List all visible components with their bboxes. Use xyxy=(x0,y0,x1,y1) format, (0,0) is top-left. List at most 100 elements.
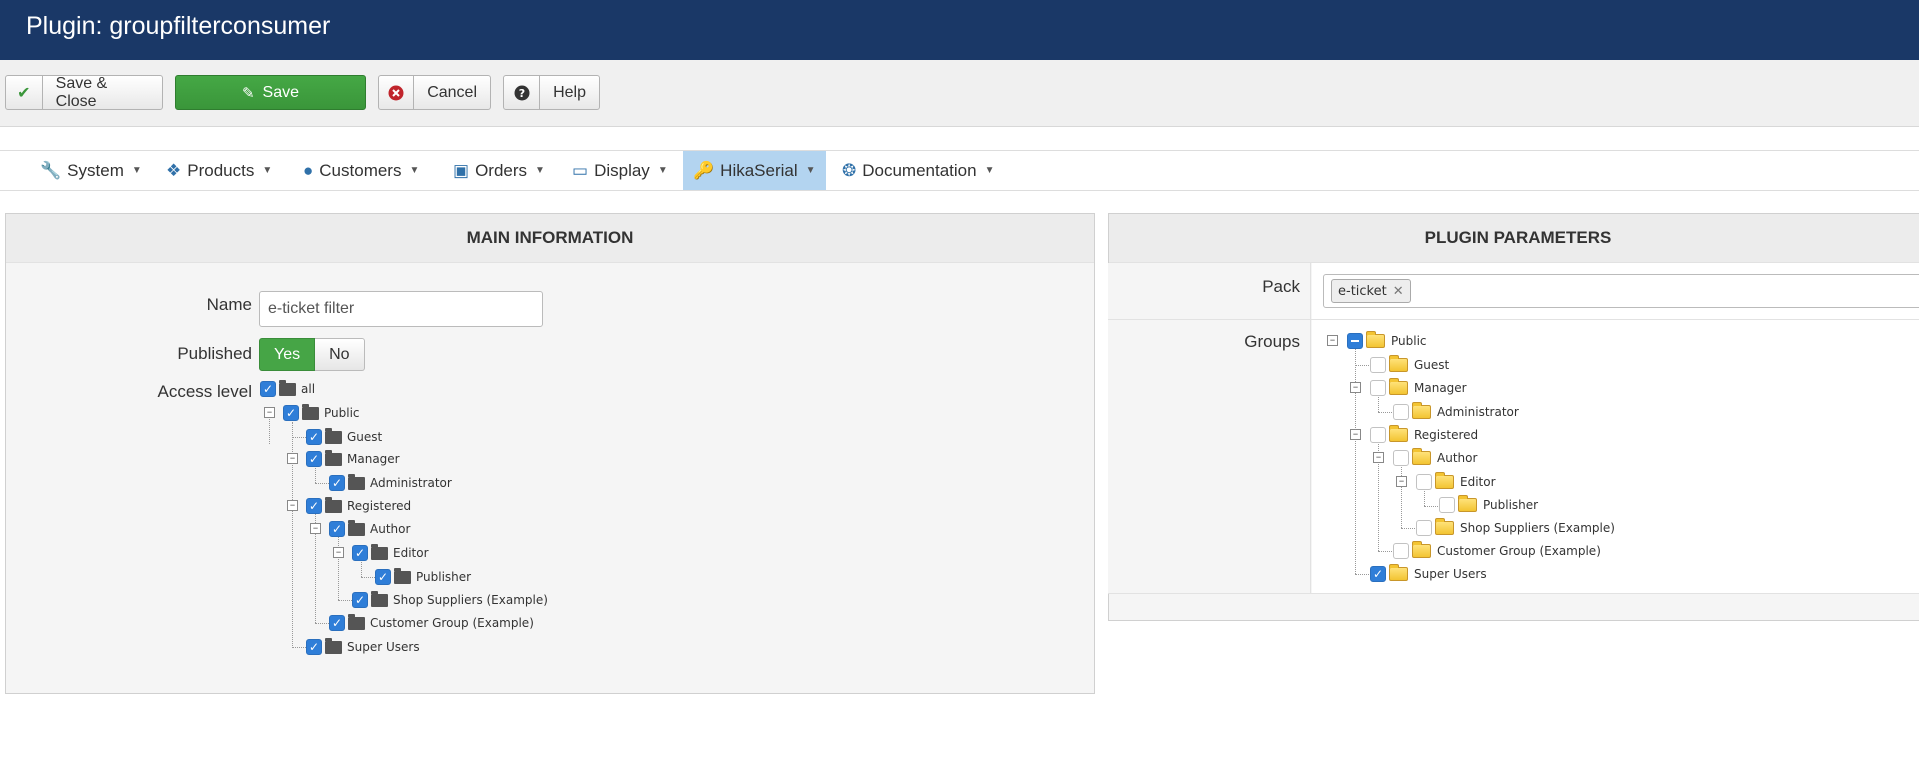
group-node-author: Author xyxy=(1393,448,1477,468)
access-node-label: Customer Group (Example) xyxy=(370,616,534,630)
access-checkbox[interactable]: ✓ xyxy=(329,475,345,491)
group-checkbox[interactable] xyxy=(1393,450,1409,466)
checkmark-icon: ✔ xyxy=(6,76,43,109)
group-checkbox[interactable] xyxy=(1439,497,1455,513)
folder-open-icon xyxy=(325,449,342,466)
nav-products-label: Products xyxy=(187,160,255,180)
nav-system[interactable]: 🔧 System ▼ xyxy=(30,151,152,190)
group-checkbox[interactable] xyxy=(1370,427,1386,443)
group-checkbox[interactable] xyxy=(1370,357,1386,373)
group-checkbox[interactable] xyxy=(1416,474,1432,490)
main-information-panel: MAIN INFORMATION xyxy=(5,213,1095,694)
component-menu: 🔧 System ▼ ❖ Products ▼ ● Customers ▼ ▣ … xyxy=(0,151,1919,191)
caret-down-icon: ▼ xyxy=(657,165,668,176)
save-button[interactable]: ✎ Save xyxy=(175,75,366,110)
plugin-parameters-title: PLUGIN PARAMETERS xyxy=(1109,214,1919,263)
access-checkbox[interactable]: ✓ xyxy=(306,498,322,514)
tree-collapse-toggle[interactable]: − xyxy=(1327,335,1338,346)
toolbar: ✔ Save & Close ✎ Save Cancel ? Help xyxy=(0,60,1919,127)
group-node-label: Author xyxy=(1437,451,1478,465)
nav-customers[interactable]: ● Customers ▼ xyxy=(293,151,429,190)
group-checkbox[interactable]: ✓ xyxy=(1370,566,1386,582)
edit-icon: ✎ xyxy=(241,84,255,102)
published-yes-button[interactable]: Yes xyxy=(259,338,316,371)
folder-icon xyxy=(394,567,411,584)
tree-collapse-toggle[interactable]: − xyxy=(287,453,298,464)
group-node-label: Editor xyxy=(1460,475,1496,489)
main-information-title: MAIN INFORMATION xyxy=(6,214,1094,263)
access-checkbox[interactable]: ✓ xyxy=(260,381,276,397)
group-node-customer-group: Customer Group (Example) xyxy=(1393,541,1601,561)
pack-tag: e-ticket ✕ xyxy=(1331,279,1411,303)
group-node-guest: Guest xyxy=(1370,355,1449,375)
access-checkbox[interactable]: ✓ xyxy=(283,405,299,421)
access-node-label: Editor xyxy=(393,546,429,560)
nav-documentation[interactable]: ❂ Documentation ▼ xyxy=(832,151,1005,190)
group-node-label: Manager xyxy=(1414,381,1467,395)
access-node-author: ✓ Author xyxy=(329,519,410,539)
tree-collapse-toggle[interactable]: − xyxy=(264,407,275,418)
tree-collapse-toggle[interactable]: − xyxy=(333,547,344,558)
nav-documentation-label: Documentation xyxy=(862,160,977,180)
access-checkbox[interactable]: ✓ xyxy=(329,615,345,631)
save-close-button[interactable]: ✔ Save & Close xyxy=(5,75,163,110)
caret-down-icon: ▼ xyxy=(805,165,816,176)
access-checkbox[interactable]: ✓ xyxy=(352,545,368,561)
group-node-label: Customer Group (Example) xyxy=(1437,544,1601,558)
group-checkbox[interactable] xyxy=(1370,380,1386,396)
caret-down-icon: ▼ xyxy=(535,165,545,176)
cancel-button[interactable]: Cancel xyxy=(378,75,491,110)
group-node-editor: Editor xyxy=(1416,472,1496,492)
nav-display[interactable]: ▭ Display ▼ xyxy=(562,151,678,190)
access-node-guest: ✓ Guest xyxy=(306,427,382,447)
access-node-label: Publisher xyxy=(416,570,472,584)
access-node-label: Administrator xyxy=(370,476,452,490)
group-node-label: Registered xyxy=(1414,428,1479,442)
help-button[interactable]: ? Help xyxy=(503,75,600,110)
tree-connector xyxy=(1401,462,1402,528)
tree-connector xyxy=(315,483,329,484)
pack-label: Pack xyxy=(1262,277,1300,296)
group-node-label: Public xyxy=(1391,334,1427,348)
folder-open-icon xyxy=(1366,331,1385,348)
caret-down-icon: ▼ xyxy=(131,165,142,176)
cancel-icon xyxy=(379,76,415,109)
key-icon: 🔑 xyxy=(693,160,715,180)
access-node-all: ✓ all xyxy=(260,379,315,399)
tree-collapse-toggle[interactable]: − xyxy=(287,500,298,511)
group-checkbox[interactable] xyxy=(1393,543,1409,559)
caret-down-icon: ▼ xyxy=(262,165,273,176)
nav-orders[interactable]: ▣ Orders ▼ xyxy=(443,151,555,190)
nav-products[interactable]: ❖ Products ▼ xyxy=(156,151,282,190)
group-checkbox[interactable] xyxy=(1416,520,1432,536)
nav-customers-label: Customers xyxy=(319,160,402,180)
folder-open-icon xyxy=(1435,472,1454,489)
published-no-button[interactable]: No xyxy=(315,338,365,371)
group-checkbox[interactable] xyxy=(1347,333,1363,349)
remove-tag-icon[interactable]: ✕ xyxy=(1393,284,1404,299)
access-checkbox[interactable]: ✓ xyxy=(306,429,322,445)
access-checkbox[interactable]: ✓ xyxy=(306,639,322,655)
tree-connector xyxy=(292,647,306,648)
tree-collapse-toggle[interactable]: − xyxy=(1373,452,1384,463)
access-checkbox[interactable]: ✓ xyxy=(352,592,368,608)
access-checkbox[interactable]: ✓ xyxy=(375,569,391,585)
monitor-icon: ▭ xyxy=(572,160,589,180)
group-checkbox[interactable] xyxy=(1393,404,1409,420)
nav-hikaserial[interactable]: 🔑 HikaSerial ▼ xyxy=(683,151,826,190)
save-close-label: Save & Close xyxy=(55,74,108,110)
pack-input[interactable] xyxy=(1323,274,1919,308)
tree-collapse-toggle[interactable]: − xyxy=(1350,429,1361,440)
wrench-icon: 🔧 xyxy=(40,160,62,180)
tree-collapse-toggle[interactable]: − xyxy=(1396,476,1407,487)
tree-collapse-toggle[interactable]: − xyxy=(1350,382,1361,393)
access-checkbox[interactable]: ✓ xyxy=(306,451,322,467)
folder-open-icon xyxy=(325,496,342,513)
folder-icon xyxy=(1435,518,1454,535)
access-checkbox[interactable]: ✓ xyxy=(329,521,345,537)
tree-collapse-toggle[interactable]: − xyxy=(310,523,321,534)
access-node-label: Guest xyxy=(347,430,383,444)
name-input[interactable]: e-ticket filter xyxy=(259,291,543,327)
access-node-label: Manager xyxy=(347,452,400,466)
name-label: Name xyxy=(206,295,252,314)
